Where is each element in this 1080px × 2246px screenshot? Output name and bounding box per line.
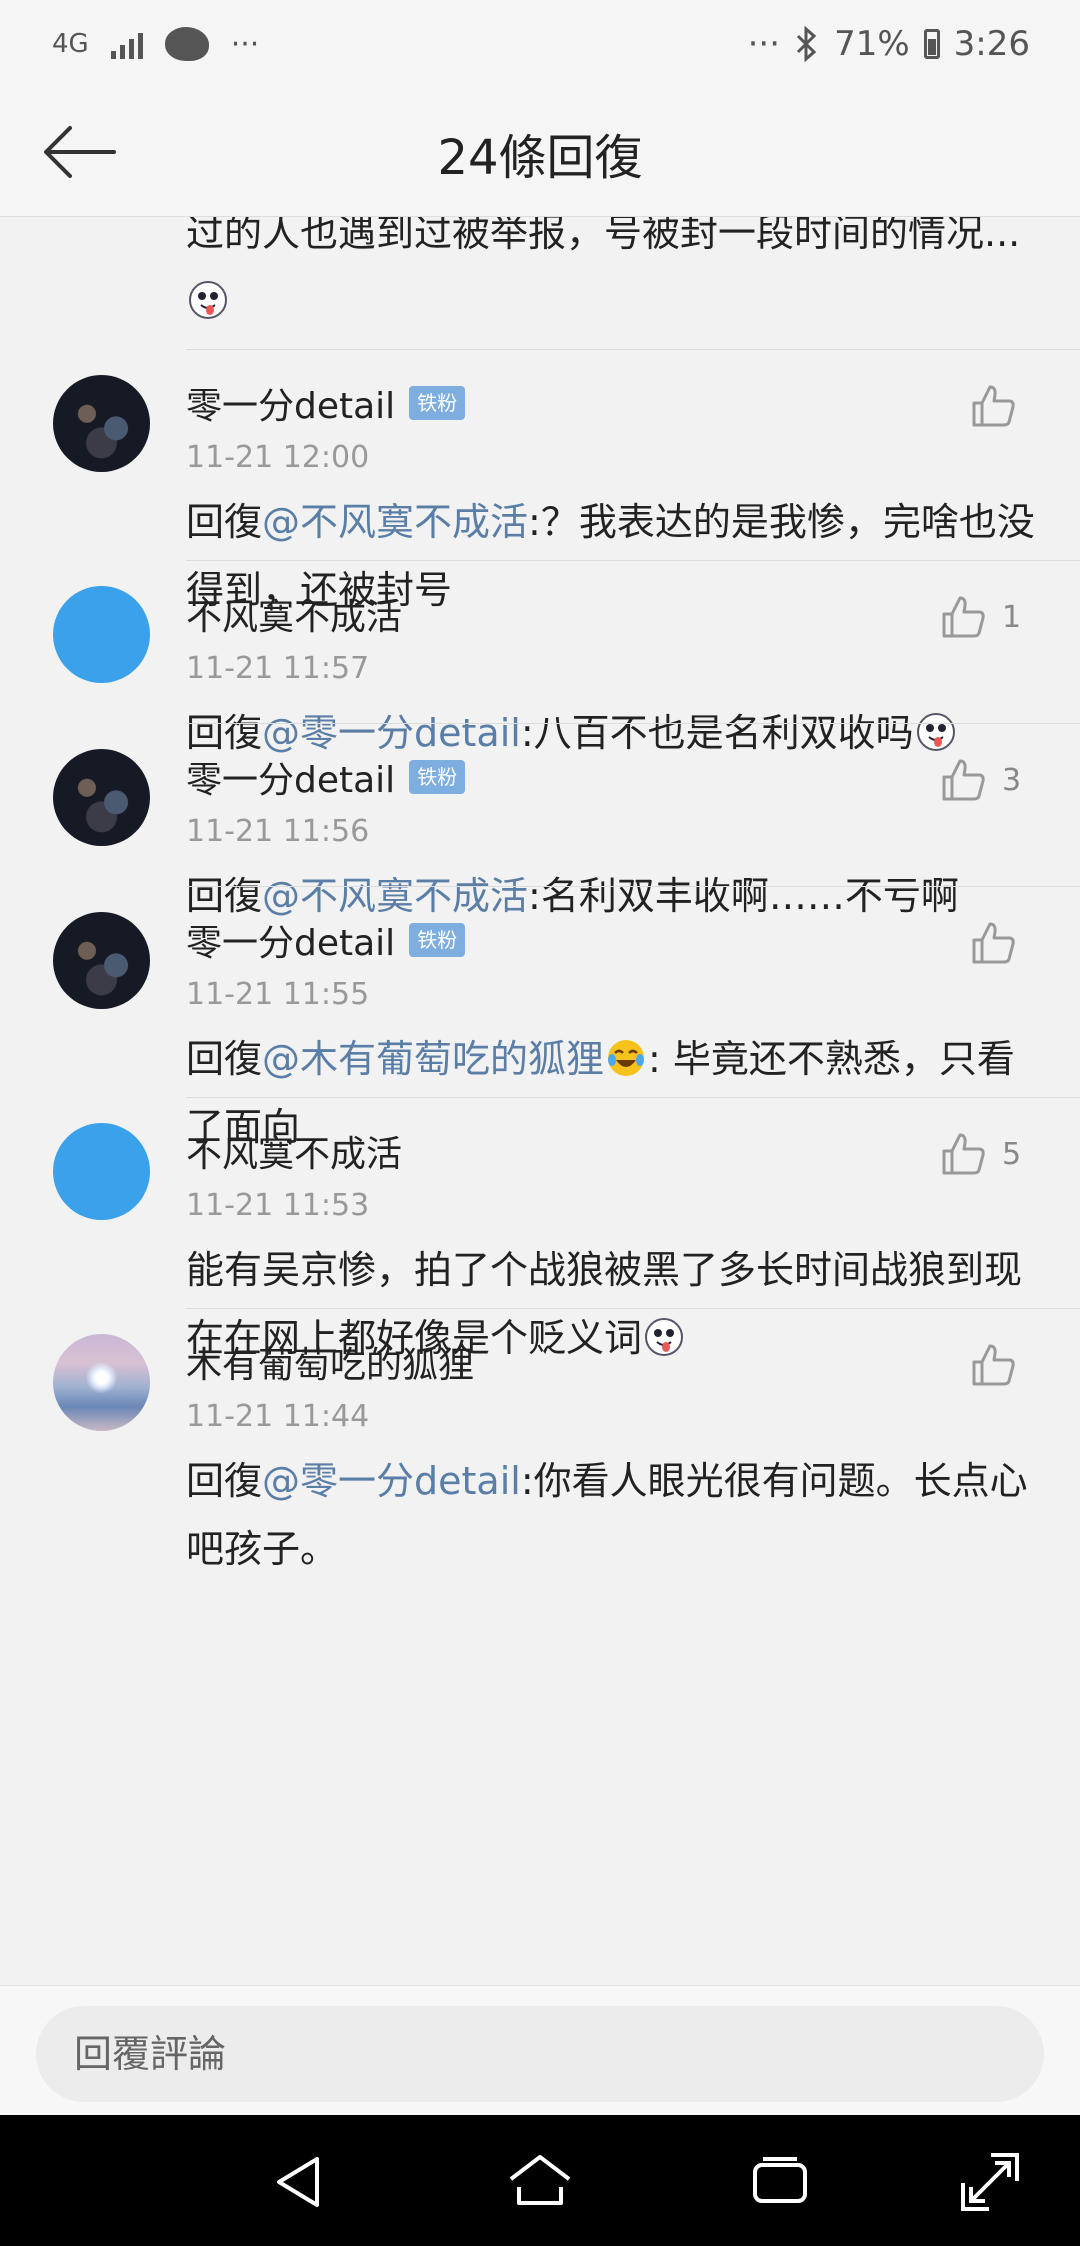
signal-icon [110, 29, 143, 59]
list-item: 过的人也遇到过被举报，号被封一段时间的情况... [0, 217, 1080, 350]
mention-link[interactable]: @木有葡萄吃的狐狸 [262, 1037, 604, 1081]
home-icon [509, 2155, 571, 2205]
comment-text: 过的人也遇到过被举报，号被封一段时间的情况... [186, 217, 1036, 335]
tongue-face-emoji [189, 281, 227, 319]
like-button[interactable] [970, 1339, 1016, 1391]
comment-time: 11-21 12:00 [186, 440, 370, 475]
more-status-icon: ··· [747, 24, 781, 64]
like-count: 3 [1002, 762, 1022, 798]
avatar[interactable] [53, 1334, 150, 1431]
reply-comment-input[interactable] [36, 2006, 1044, 2102]
like-button[interactable]: 3 [940, 754, 1021, 806]
avatar[interactable] [53, 1123, 150, 1220]
comment-item: 零一分detail 铁粉 11-21 11:55 回復@木有葡萄吃的狐狸: 毕竟还… [0, 887, 1080, 1149]
avatar[interactable] [53, 586, 150, 683]
like-button[interactable] [970, 917, 1016, 969]
like-button[interactable] [970, 380, 1016, 432]
avatar[interactable] [53, 375, 150, 472]
page-title: 24條回復 [437, 130, 643, 186]
like-count: 5 [1002, 1136, 1022, 1172]
mention-link[interactable]: @不风寞不成活 [262, 500, 528, 544]
like-count: 1 [1002, 599, 1022, 635]
comment-time: 11-21 11:44 [186, 1399, 370, 1434]
nav-home-button[interactable] [505, 2147, 575, 2217]
comment-item: 不风寞不成活 11-21 11:53 5 能有吴京惨，拍了个战狼被黑了多长时间战… [0, 1098, 1080, 1360]
user-name[interactable]: 木有葡萄吃的狐狸 [186, 1336, 474, 1388]
comment-time: 11-21 11:56 [186, 814, 370, 849]
thumbs-up-icon [972, 1344, 1015, 1386]
nav-expand-button[interactable] [955, 2147, 1025, 2217]
mention-link[interactable]: @零一分detail [262, 1459, 521, 1503]
thumbs-up-icon [972, 922, 1015, 964]
comment-item: 零一分detail 铁粉 11-21 12:00 回復@不风寞不成活:？我表达的是… [0, 350, 1080, 612]
thumbs-up-icon [942, 1133, 985, 1175]
comment-item: 零一分detail 铁粉 11-21 11:56 3 回復@不风寞不成活:名利双丰… [0, 724, 1080, 918]
avatar[interactable] [53, 912, 150, 1009]
thumbs-up-icon [942, 759, 985, 801]
like-button[interactable]: 5 [940, 1128, 1021, 1180]
nav-back-button[interactable] [265, 2147, 335, 2217]
user-name[interactable]: 零一分detail [186, 751, 395, 803]
header: 24條回復 [0, 88, 1080, 217]
comment-item: 木有葡萄吃的狐狸 11-21 11:44 回復@零一分detail:你看人眼光很… [0, 1309, 1080, 1571]
thumbs-up-icon [972, 385, 1015, 427]
user-name[interactable]: 零一分detail [186, 914, 395, 966]
status-bar: 4G ··· ··· 71% 3:26 [0, 0, 1080, 88]
comment-item: 不风寞不成活 11-21 11:57 1 回復@零一分detail:八百不也是名… [0, 561, 1080, 755]
nav-recents-button[interactable] [745, 2147, 815, 2217]
app-notification-icon [164, 27, 209, 61]
clock: 3:26 [953, 24, 1030, 64]
system-nav-bar [0, 2115, 1080, 2246]
comment-time: 11-21 11:57 [186, 651, 370, 686]
comment-time: 11-21 11:53 [186, 1188, 370, 1223]
fan-badge: 铁粉 [409, 386, 466, 420]
thumbs-up-icon [942, 596, 985, 638]
avatar[interactable] [53, 749, 150, 846]
battery-icon [923, 29, 940, 59]
laughing-crying-emoji [608, 1040, 645, 1076]
bluetooth-icon [797, 26, 817, 62]
fan-badge: 铁粉 [409, 760, 466, 794]
reply-bar [0, 1985, 1080, 2116]
comment-list[interactable]: 过的人也遇到过被举报，号被封一段时间的情况... 零一分detail 铁粉 11-… [0, 217, 1080, 1985]
like-button[interactable]: 1 [940, 591, 1021, 643]
expand-screen-icon [961, 2153, 1019, 2211]
network-type: 4G [52, 29, 89, 59]
triangle-back-icon [277, 2157, 319, 2207]
comment-time: 11-21 11:55 [186, 977, 370, 1012]
user-name[interactable]: 不风寞不成活 [186, 1125, 402, 1177]
battery-percent: 71% [834, 24, 910, 64]
recents-icon [753, 2157, 807, 2203]
comment-text: 回復@零一分detail:你看人眼光很有问题。长点心吧孩子。 [186, 1459, 1028, 1571]
user-name[interactable]: 不风寞不成活 [186, 588, 402, 640]
fan-badge: 铁粉 [409, 923, 466, 957]
user-name[interactable]: 零一分detail [186, 377, 395, 429]
more-notifications-icon: ··· [230, 26, 260, 62]
